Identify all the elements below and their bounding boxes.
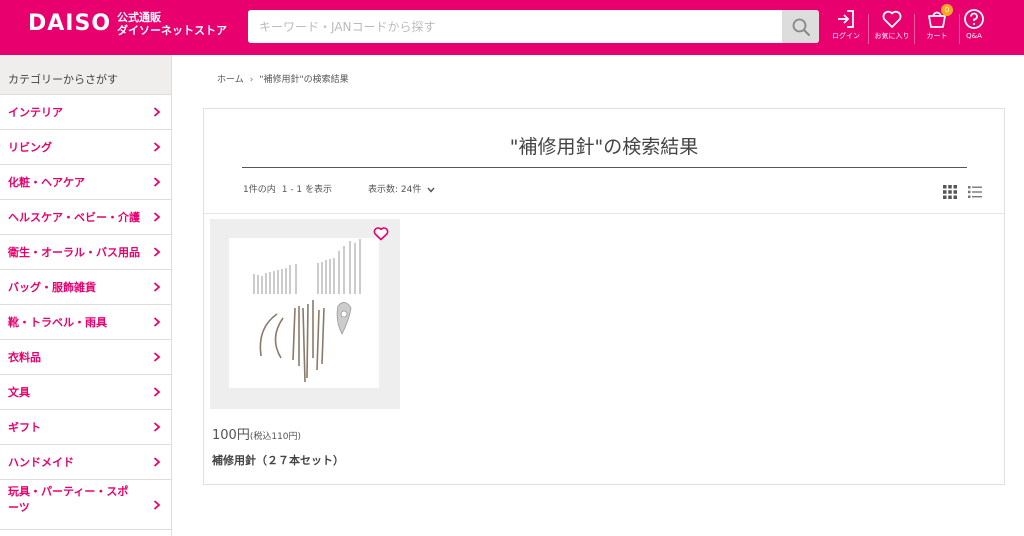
chevron-right-icon <box>153 317 161 327</box>
chevron-right-icon <box>153 387 161 397</box>
logo-subtitle: 公式通販 ダイソーネットストア <box>117 11 227 37</box>
sidebar-heading: カテゴリーからさがす <box>0 55 171 95</box>
search-box <box>248 10 819 43</box>
chevron-right-icon <box>153 499 161 510</box>
result-total: 1件の内 <box>243 185 276 195</box>
sidebar-category-label: 化粧・ヘアケア <box>8 176 85 189</box>
sidebar-category-item[interactable]: 文具 <box>0 375 171 410</box>
chevron-right-icon <box>153 422 161 432</box>
breadcrumb-separator: › <box>249 75 254 85</box>
qa-button[interactable]: Q&A <box>952 8 996 48</box>
logo-mark: DAISO <box>28 11 112 36</box>
login-icon <box>838 10 854 28</box>
sidebar-category-label: 靴・トラベル・雨具 <box>8 316 107 329</box>
chevron-down-icon <box>427 187 435 193</box>
sidebar-category-label: 文具 <box>8 386 30 399</box>
sidebar-category-label: ヘルスケア・ベビー・介護 <box>8 211 140 224</box>
product-card[interactable] <box>210 219 400 409</box>
product-image[interactable] <box>229 238 379 388</box>
chevron-right-icon <box>153 107 161 117</box>
result-range: 1 - 1 を表示 <box>281 185 333 195</box>
heart-icon <box>882 10 902 28</box>
magnifier-icon <box>792 18 810 36</box>
sidebar-category-label: ハンドメイド <box>8 456 74 469</box>
price-value: 100円 <box>212 428 250 443</box>
chevron-right-icon <box>153 352 161 362</box>
sidebar-category-label: 玩具・パーティー・スポーツ <box>8 485 129 514</box>
list-view-icon[interactable] <box>968 185 982 199</box>
chevron-right-icon <box>153 177 161 187</box>
sidebar-category-label: リビング <box>8 141 52 154</box>
per-page-selector[interactable]: 表示数: 24件 <box>368 185 435 196</box>
sidebar-category-label: ギフト <box>8 421 41 434</box>
sidebar-category-item[interactable]: ハンドメイド <box>0 445 171 480</box>
header-divider <box>868 14 869 44</box>
favorites-button[interactable]: お気に入り <box>870 8 914 48</box>
question-icon <box>964 9 984 29</box>
chevron-right-icon <box>153 212 161 222</box>
chevron-right-icon <box>153 282 161 292</box>
sidebar-category-label: 衛生・オーラル・バス用品 <box>8 246 140 259</box>
sidebar-category-item[interactable]: バッグ・服飾雑貨 <box>0 270 171 305</box>
results-panel: "補修用針"の検索結果 1件の内 1 - 1 を表示 表示数: 24件 100円… <box>203 108 1005 485</box>
sidebar-category-item[interactable]: 玩具・パーティー・スポーツ <box>0 480 171 530</box>
login-button[interactable]: ログイン <box>824 8 868 48</box>
breadcrumb: ホーム › "補修用針"の検索結果 <box>217 75 349 86</box>
needle-set-illustration <box>253 239 361 383</box>
category-list: インテリアリビング化粧・ヘアケアヘルスケア・ベビー・介護 衛生・オーラル・バス用品… <box>0 95 171 530</box>
header: DAISO 公式通販 ダイソーネットストア ログイン お気に入り <box>0 0 1024 55</box>
category-sidebar: カテゴリーからさがす インテリアリビング化粧・ヘアケアヘルスケア・ベビー・介護衛… <box>0 55 172 536</box>
chevron-right-icon <box>153 142 161 152</box>
product-price: 100円(税込110円) <box>212 426 301 445</box>
per-page-label: 表示数: 24件 <box>368 185 422 195</box>
breadcrumb-home[interactable]: ホーム <box>217 75 244 86</box>
sidebar-category-item[interactable]: 衣料品 <box>0 340 171 375</box>
grid-view-icon[interactable] <box>943 185 957 199</box>
site-logo[interactable]: DAISO 公式通販 ダイソーネットストア <box>28 11 227 37</box>
sidebar-category-label: 衣料品 <box>8 351 41 364</box>
breadcrumb-current: "補修用針"の検索結果 <box>259 75 349 85</box>
toolbar-divider <box>204 213 1004 214</box>
sidebar-category-item[interactable]: 化粧・ヘアケア <box>0 165 171 200</box>
sidebar-category-item[interactable]: インテリア <box>0 95 171 130</box>
favorite-heart-icon[interactable] <box>373 226 389 241</box>
qa-label: Q&A <box>966 32 982 40</box>
sidebar-category-item[interactable]: 衛生・オーラル・バス用品 <box>0 235 171 270</box>
search-input[interactable] <box>248 10 782 43</box>
search-button[interactable] <box>782 10 819 43</box>
results-title: "補修用針"の検索結果 <box>509 136 699 158</box>
sidebar-category-item[interactable]: ヘルスケア・ベビー・介護 <box>0 200 171 235</box>
title-underline <box>242 167 967 168</box>
chevron-right-icon <box>153 247 161 257</box>
logo-subtitle-line2: ダイソーネットストア <box>117 24 228 37</box>
chevron-right-icon <box>153 457 161 467</box>
sidebar-category-item[interactable]: 靴・トラベル・雨具 <box>0 305 171 340</box>
sidebar-category-item[interactable]: リビング <box>0 130 171 165</box>
sidebar-category-label: バッグ・服飾雑貨 <box>8 281 96 294</box>
sidebar-category-item[interactable]: ギフト <box>0 410 171 445</box>
logo-subtitle-line1: 公式通販 <box>117 11 162 24</box>
product-name[interactable]: 補修用針（２７本セット） <box>212 454 344 467</box>
price-tax: (税込110円) <box>249 432 302 442</box>
login-label: ログイン <box>832 32 860 40</box>
favorites-label: お気に入り <box>874 32 910 40</box>
sidebar-category-label: インテリア <box>8 106 63 119</box>
result-count: 1件の内 1 - 1 を表示 <box>243 185 332 196</box>
